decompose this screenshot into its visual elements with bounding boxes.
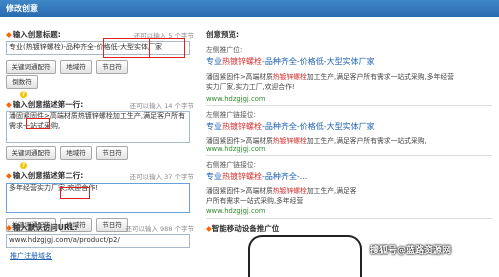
help-icon[interactable]: ? — [20, 91, 27, 98]
required-mark-icon: ◆ — [6, 30, 12, 39]
divider — [206, 105, 492, 106]
preview-panel: 创意预览: 左侧推广位: 专业热镀锌螺栓-品种齐全-价格低-大型实体厂家 潘固紧… — [200, 17, 499, 262]
annotation-box — [26, 118, 50, 129]
dialog-title: 修改创意 — [6, 4, 38, 13]
help-icon[interactable]: ? — [20, 162, 27, 169]
preview-heading: 创意预览: — [206, 30, 239, 39]
divider — [206, 218, 492, 219]
ad-description: 潘固紧固件>高端材质热镀锌螺栓加工生产,满足客户所有需求一站式采购,多年经营 — [206, 73, 454, 81]
keyword-wildcard-button[interactable]: 关键词通配符 — [6, 60, 56, 74]
ad-description-line2: 户所有需求一站式采购,多年经营 — [206, 197, 304, 205]
holiday-button[interactable]: 节日符 — [96, 60, 128, 74]
desc2-counter: 还可以输入 37 个字节 — [129, 173, 194, 181]
edit-form: ◆输入创意标题: 还可以输入 5 个字节 专业(热镀锌螺栓)-品种齐全-价格低-… — [0, 17, 196, 262]
required-mark-icon: ◆ — [6, 171, 12, 180]
ad-title: 专业热镀锌螺栓-品种齐全-价格低-大型实体厂家 — [206, 122, 375, 131]
annotation-box — [103, 38, 150, 58]
desc1-label: ◆输入创意描述第一行: — [6, 100, 84, 109]
ad-url: www.hdzgjgj.com — [206, 207, 266, 215]
desc2-label: ◆输入创意描述第二行: — [6, 171, 84, 180]
left-placement-label: 左侧推广位: — [206, 46, 243, 54]
mobile-placement-heading: ◆智能移动设备推广位 — [206, 224, 280, 233]
required-mark-icon: ◆ — [6, 223, 12, 232]
region-button[interactable]: 地域符 — [60, 146, 92, 160]
ad-url: www.hdzgjgj.com — [206, 145, 266, 153]
ad-description: 潘固紧固件>高端材质热镀锌螺栓加工生产,满足客户所有需求一站式采购, — [206, 137, 427, 145]
url-input[interactable]: www.hdzgjgj.com/a/product/p2/ — [6, 234, 190, 248]
desc1-counter: 还可以输入 14 个字节 — [129, 102, 194, 110]
right-link-placement-label: 右侧推广链接位: — [206, 161, 256, 169]
dialog-titlebar: 修改创意 — [0, 0, 499, 17]
holiday-button[interactable]: 节日符 — [96, 146, 128, 160]
register-domain-link[interactable]: 推广注册域名 — [10, 251, 52, 261]
watermark: 搜狐号@蓝路资源网 — [370, 246, 452, 256]
required-mark-icon: ◆ — [6, 100, 12, 109]
url-counter: 还可以输入 988 个字节 — [125, 225, 194, 233]
region-button[interactable]: 地域符 — [60, 60, 92, 74]
title-label: ◆输入创意标题: — [6, 30, 61, 39]
ad-description-line2: 实力厂家,实力工厂,欢迎合作! — [206, 83, 295, 91]
ad-description: 潘固紧固件>高端材质热镀锌螺栓加工生产,满足客 — [206, 187, 357, 195]
annotation-box — [149, 38, 185, 58]
ad-url: www.hdzgjgj.com — [206, 95, 266, 103]
desc2-input[interactable]: 多年经营实力厂家,欢迎合作! — [6, 183, 190, 213]
url-label: ◆输入默认访问URL: — [6, 223, 78, 232]
annotation-box — [60, 187, 90, 199]
divider — [206, 155, 492, 156]
ad-title: 专业热镀锌螺栓-品种齐全-价格低-大型实体厂家 — [206, 57, 375, 66]
countdown-button[interactable]: 倒数符 — [6, 75, 38, 89]
mobile-device-frame — [248, 235, 362, 277]
ad-title: 专业热镀锌螺栓-品种齐全-... — [206, 172, 308, 181]
keyword-wildcard-button[interactable]: 关键词通配符 — [6, 146, 56, 160]
left-link-placement-label: 左侧推广链接位: — [206, 111, 256, 119]
